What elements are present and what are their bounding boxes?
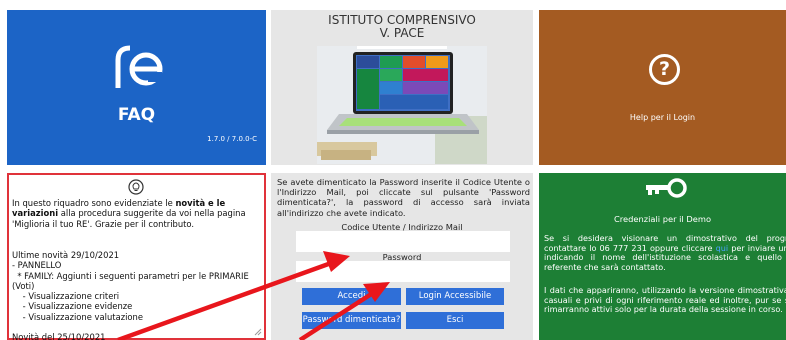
demo-credentials-tile: Credenziali per il Demo Se si desidera v… [539, 173, 786, 340]
exit-button[interactable]: Esci [406, 312, 504, 329]
news-changelog: Ultime novità 29/10/2021 - PANNELLO * FA… [12, 250, 249, 340]
user-code-input[interactable] [296, 231, 510, 252]
faq-tile[interactable]: FAQ 1.7.0 / 7.0.0-C [7, 10, 266, 165]
news-intro-part1: In questo riquadro sono evidenziate le [12, 198, 176, 208]
demo-request-link[interactable]: qui [716, 243, 729, 253]
school-name-line2: V. PACE [379, 26, 425, 40]
school-name-line1: ISTITUTO COMPRENSIVO [328, 13, 476, 27]
lightbulb-icon [128, 179, 144, 195]
help-login-tile[interactable]: ? Help per il Login [539, 10, 786, 165]
demo-contact-text: Se si desidera visionare un dimostrativo… [544, 233, 786, 272]
school-tile: ISTITUTO COMPRENSIVO V. PACE [271, 10, 533, 165]
key-icon [646, 178, 687, 198]
help-login-label: Help per il Login [629, 113, 696, 122]
question-circle-icon: ? [649, 54, 680, 85]
forgot-password-button[interactable]: Password dimenticata? [302, 312, 401, 329]
version-label: 1.7.0 / 7.0.0-C [207, 135, 257, 143]
news-panel[interactable]: In questo riquadro sono evidenziate le n… [7, 173, 266, 340]
demo-disclaimer: I dati che appariranno, utilizzando la v… [544, 285, 786, 315]
re-logo-icon [115, 45, 163, 88]
login-button[interactable]: Accedi [302, 288, 401, 305]
laptop-illustration [317, 46, 487, 164]
accessible-login-button[interactable]: Login Accessibile [406, 288, 504, 305]
login-panel: Se avete dimenticato la Password inserit… [271, 173, 533, 340]
password-input[interactable] [296, 261, 510, 282]
forgot-password-help: Se avete dimenticato la Password inserit… [277, 177, 530, 218]
demo-title: Credenziali per il Demo [613, 214, 712, 224]
resize-handle-icon[interactable] [254, 328, 262, 336]
faq-title: FAQ [117, 105, 156, 125]
news-intro: In questo riquadro sono evidenziate le n… [12, 198, 264, 229]
